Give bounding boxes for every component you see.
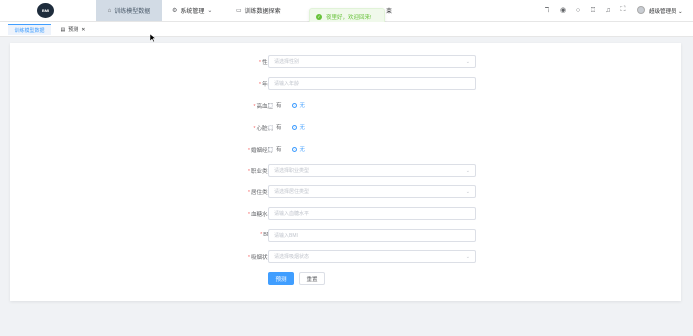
select-placeholder: 请选择居住类型	[274, 189, 310, 195]
tags-view-bar: 训练模型数据 ▤ 预测 ✕	[0, 22, 693, 37]
select-placeholder: 请选择性别	[274, 59, 300, 65]
tab-training-data[interactable]: 训练模型数据	[8, 24, 51, 35]
form-row-smoking: *吸烟状态 请选择吸烟状态 ⌄	[10, 250, 681, 264]
chevron-down-icon: ⌄	[465, 168, 470, 174]
menu-item-data-exploration[interactable]: ▭ 训练数据探索	[236, 0, 281, 21]
success-check-icon: ✓	[316, 13, 322, 20]
tab-label: 训练模型数据	[14, 27, 45, 34]
heart-disease-radio-group: 有 无	[268, 123, 305, 131]
smoking-select[interactable]: 请选择吸烟状态 ⌄	[268, 250, 476, 263]
form-row-hypertension: *高血压 有 无	[10, 99, 681, 113]
chevron-down-icon: ⌄	[465, 254, 470, 260]
gear-icon: ⚙	[172, 8, 178, 14]
github-icon[interactable]: ◉	[559, 6, 567, 14]
menu-item-label: 训练数据探索	[244, 9, 281, 15]
font-size-icon[interactable]: ℸ	[543, 6, 551, 14]
user-name[interactable]: 超级管理员 ⌄	[649, 7, 683, 15]
age-input[interactable]: 请输入年龄	[268, 77, 476, 90]
input-placeholder: 请输入血糖水平	[274, 211, 310, 217]
reset-button[interactable]: 重置	[299, 272, 325, 285]
select-placeholder: 请选择吸烟状态	[274, 254, 310, 260]
menu-item-extra[interactable]: 束	[386, 0, 392, 21]
form-row-gender: *性别 请选择性别 ⌄	[10, 55, 681, 69]
glucose-input[interactable]: 请输入血糖水平	[268, 207, 476, 220]
avatar[interactable]	[637, 6, 645, 14]
form-row-marriage: *婚姻经历 有 无	[10, 143, 681, 157]
menu-item-training-data[interactable]: ⌂ 训练模型数据	[96, 0, 162, 21]
tab-label: 预测	[68, 27, 79, 33]
chevron-down-icon: ⌄	[465, 189, 470, 195]
fullscreen-icon[interactable]: ⛶	[619, 6, 627, 14]
hypertension-radio-group: 有 无	[268, 101, 305, 109]
form-row-bmi: *BMI 请输入BMI	[10, 229, 681, 243]
form-row-heart-disease: *心脏病 有 无	[10, 121, 681, 135]
residence-select[interactable]: 请选择居住类型 ⌄	[268, 185, 476, 198]
menu-item-label: 系统管理	[180, 9, 205, 15]
document-icon: ▤	[60, 26, 66, 33]
form-row-residence: *居住类型 请选择居住类型 ⌄	[10, 185, 681, 199]
work-type-select[interactable]: 请选择职业类型 ⌄	[268, 164, 476, 177]
input-placeholder: 请输入年龄	[274, 81, 300, 87]
menu-item-system-management[interactable]: ⚙ 系统管理 ⌄	[172, 0, 212, 21]
toast-message: 夜里好，欢迎回来!	[326, 14, 372, 21]
tab-predict[interactable]: ▤ 预测 ✕	[57, 24, 89, 35]
predict-button[interactable]: 预测	[268, 272, 294, 285]
form-row-glucose: *血糖水平 请输入血糖水平	[10, 207, 681, 221]
form-row-age: *年龄 请输入年龄	[10, 77, 681, 91]
bell-icon[interactable]: ♫	[604, 6, 612, 14]
help-icon[interactable]: ○	[574, 6, 582, 14]
marriage-radio-group: 有 无	[268, 145, 305, 153]
chat-icon: ▭	[236, 8, 242, 14]
select-placeholder: 请选择职业类型	[274, 168, 310, 174]
chevron-down-icon: ⌄	[678, 9, 683, 15]
predict-form-panel: *性别 请选择性别 ⌄ *年龄 请输入年龄 *高血压 有 无 *心脏病 有 无 …	[10, 43, 681, 301]
menu-item-label: 训练模型数据	[114, 9, 151, 15]
radio-no[interactable]: 无	[291, 101, 305, 109]
chevron-down-icon: ⌄	[207, 8, 213, 14]
form-row-work-type: *职业类型 请选择职业类型 ⌄	[10, 164, 681, 178]
radio-no[interactable]: 无	[291, 145, 305, 153]
close-icon[interactable]: ✕	[81, 27, 85, 33]
radio-no[interactable]: 无	[291, 123, 305, 131]
radio-yes[interactable]: 有	[268, 145, 282, 153]
app-logo[interactable]: BMI	[37, 3, 54, 18]
gender-select[interactable]: 请选择性别 ⌄	[268, 55, 476, 68]
theme-icon[interactable]: ♖	[589, 6, 597, 14]
user-name-text: 超级管理员	[649, 9, 677, 15]
radio-yes[interactable]: 有	[268, 101, 282, 109]
menu-item-label: 束	[386, 9, 393, 15]
input-placeholder: 请输入BMI	[274, 233, 298, 239]
home-icon: ⌂	[107, 7, 112, 14]
chevron-down-icon: ⌄	[465, 59, 470, 65]
radio-yes[interactable]: 有	[268, 123, 282, 131]
bmi-input[interactable]: 请输入BMI	[268, 229, 476, 242]
